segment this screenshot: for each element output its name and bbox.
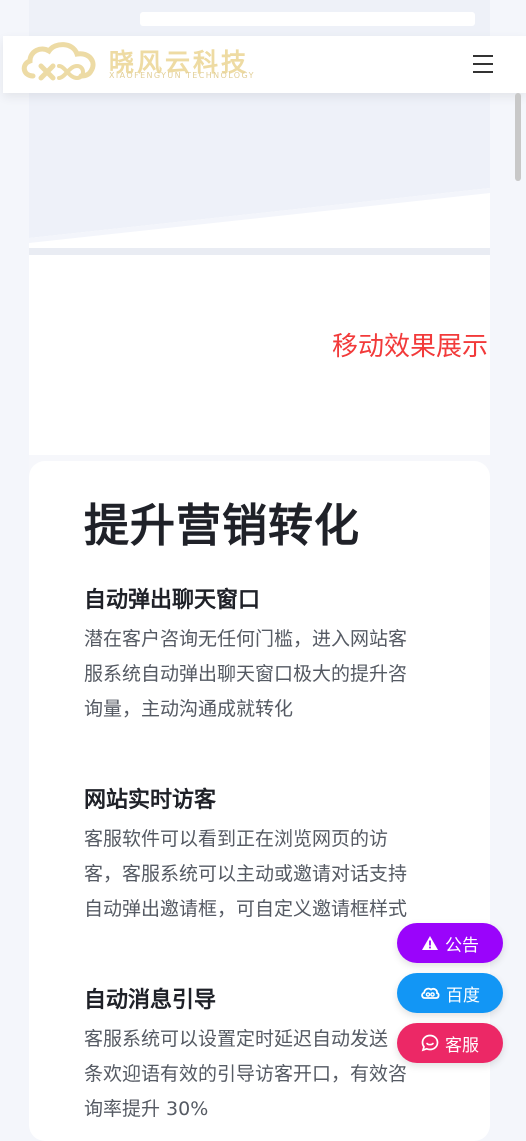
feature-auto-message: 自动消息引导 客服系统可以设置定时延迟自动发送 条欢迎语有效的引导访客开口，有效… (84, 987, 434, 1127)
notice-button[interactable]: 公告 (397, 923, 503, 963)
hero-banner (29, 93, 490, 248)
logo-english-name: XIAOFENGYUN TECHNOLOGY (109, 71, 255, 80)
marketing-title: 提升营销转化 (84, 499, 361, 552)
feature-title: 网站实时访客 (84, 788, 217, 813)
feature-title: 自动消息引导 (84, 988, 217, 1013)
page-scrollbar[interactable] (512, 93, 522, 1123)
feature-description: 客服软件可以看到正在浏览网页的访 客，客服系统可以主动或邀请对话支持 自动弹出邀… (84, 828, 408, 920)
hero-decorative-shape (29, 188, 490, 248)
top-strip-bar (140, 12, 475, 26)
site-logo[interactable]: 晓风云科技 XIAOFENGYUN TECHNOLOGY (19, 40, 269, 84)
feature-auto-popup: 自动弹出聊天窗口 潜在客户咨询无任何门槛，进入网站客 服系统自动弹出聊天窗口极大… (84, 587, 434, 727)
mobile-demo-title: 移动效果展示 (331, 332, 488, 362)
customer-service-label: 客服 (445, 1035, 479, 1056)
customer-service-button[interactable]: 客服 (397, 1023, 503, 1063)
cloud-logo-icon (21, 42, 96, 81)
menu-button[interactable] (473, 54, 493, 74)
baidu-label: 百度 (446, 985, 480, 1006)
notice-label: 公告 (445, 935, 479, 956)
scrollbar-thumb[interactable] (515, 93, 521, 181)
site-header: 晓风云科技 XIAOFENGYUN TECHNOLOGY (3, 36, 526, 93)
mobile-demo-section: 移动效果展示 (29, 255, 490, 455)
feature-live-visitors: 网站实时访客 客服软件可以看到正在浏览网页的访 客，客服系统可以主动或邀请对话支… (84, 787, 434, 927)
feature-title: 自动弹出聊天窗口 (84, 588, 261, 613)
chat-icon (421, 1034, 439, 1052)
feature-description: 客服系统可以设置定时延迟自动发送 条欢迎语有效的引导访客开口，有效咨 询率提升 … (84, 1028, 408, 1120)
baidu-button[interactable]: 百度 (397, 973, 503, 1013)
section-divider (29, 248, 490, 255)
feature-description: 潜在客户咨询无任何门槛，进入网站客 服系统自动弹出聊天窗口极大的提升咨 询量，主… (84, 628, 408, 720)
cloud-icon (421, 987, 440, 999)
warning-icon (422, 936, 438, 950)
